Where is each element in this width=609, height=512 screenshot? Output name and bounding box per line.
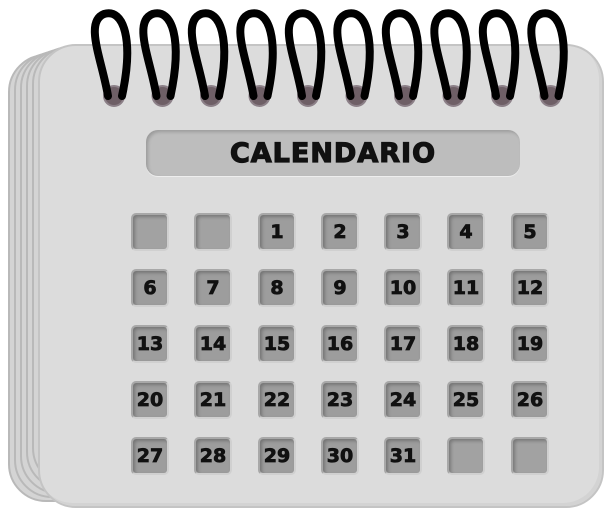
spiral-ring <box>333 9 374 107</box>
day-number: 29 <box>263 444 291 467</box>
day-cell: 3 <box>384 213 422 251</box>
spiral-binding <box>90 9 568 107</box>
spiral-ring <box>139 9 180 107</box>
spiral-ring <box>236 9 277 107</box>
day-number: 18 <box>452 332 480 355</box>
day-cell-empty <box>447 437 485 475</box>
ring-wire <box>236 9 277 100</box>
day-number: 30 <box>326 444 354 467</box>
day-cell: 6 <box>131 269 169 307</box>
spiral-ring <box>381 9 423 107</box>
day-number: 11 <box>452 276 480 299</box>
spiral-ring <box>478 9 520 107</box>
spiral-ring <box>284 9 326 107</box>
ring-wire <box>430 9 471 100</box>
day-cell: 25 <box>447 381 485 419</box>
day-number: 26 <box>516 388 544 411</box>
day-number: 23 <box>326 388 354 411</box>
day-cell: 16 <box>321 325 359 363</box>
day-cell: 31 <box>384 437 422 475</box>
ring-wire <box>527 9 568 100</box>
day-cell: 17 <box>384 325 422 363</box>
day-number: 24 <box>389 388 417 411</box>
calendar-illustration: CALENDARIO 1 2 3 4 5 6 7 8 9 10 11 12 13 14 15 16 17 18 19… <box>0 0 609 512</box>
calendar-title: CALENDARIO <box>229 137 437 169</box>
day-number: 19 <box>516 332 544 355</box>
day-cell: 5 <box>511 213 549 251</box>
day-number: 6 <box>143 276 157 299</box>
ring-wire <box>333 9 374 100</box>
day-cell: 27 <box>131 437 169 475</box>
day-cell: 8 <box>258 269 296 307</box>
day-cell: 10 <box>384 269 422 307</box>
day-number: 10 <box>389 276 417 299</box>
day-cell: 30 <box>321 437 359 475</box>
day-number: 2 <box>333 220 347 243</box>
day-number: 1 <box>270 220 284 243</box>
day-cell: 24 <box>384 381 422 419</box>
day-number: 12 <box>516 276 544 299</box>
day-cell: 1 <box>258 213 296 251</box>
day-number: 14 <box>199 332 227 355</box>
day-number: 28 <box>199 444 227 467</box>
day-cell: 2 <box>321 213 359 251</box>
day-cell: 18 <box>447 325 485 363</box>
spiral-ring <box>430 9 471 107</box>
day-number: 13 <box>136 332 164 355</box>
day-number: 16 <box>326 332 354 355</box>
day-cell: 12 <box>511 269 549 307</box>
day-cell: 13 <box>131 325 169 363</box>
day-cell-empty <box>511 437 549 475</box>
day-number: 8 <box>270 276 284 299</box>
day-number: 20 <box>136 388 164 411</box>
day-cell: 26 <box>511 381 549 419</box>
day-cell: 7 <box>194 269 232 307</box>
ring-wire <box>187 9 229 100</box>
day-number: 25 <box>452 388 480 411</box>
day-cell: 9 <box>321 269 359 307</box>
day-number: 31 <box>389 444 417 467</box>
spiral-ring <box>527 9 568 107</box>
day-number: 22 <box>263 388 291 411</box>
day-number: 4 <box>459 220 473 243</box>
day-cell: 23 <box>321 381 359 419</box>
ring-wire <box>139 9 180 100</box>
day-number: 15 <box>263 332 291 355</box>
day-cell: 11 <box>447 269 485 307</box>
day-cell: 4 <box>447 213 485 251</box>
spiral-ring <box>90 9 132 107</box>
day-number: 17 <box>389 332 417 355</box>
day-number: 3 <box>396 220 410 243</box>
ring-wire <box>478 9 520 100</box>
day-cell: 22 <box>258 381 296 419</box>
day-cell: 20 <box>131 381 169 419</box>
day-number: 5 <box>523 220 537 243</box>
day-cell: 19 <box>511 325 549 363</box>
day-cell: 14 <box>194 325 232 363</box>
day-cell: 28 <box>194 437 232 475</box>
ring-wire <box>90 9 132 100</box>
day-cell-empty <box>131 213 169 251</box>
day-number: 9 <box>333 276 347 299</box>
day-cell: 15 <box>258 325 296 363</box>
spiral-ring <box>187 9 229 107</box>
day-cell: 29 <box>258 437 296 475</box>
day-number: 7 <box>206 276 220 299</box>
day-cell-empty <box>194 213 232 251</box>
day-number: 27 <box>136 444 164 467</box>
ring-wire <box>284 9 326 100</box>
day-number: 21 <box>199 388 227 411</box>
day-cell: 21 <box>194 381 232 419</box>
title-bar: CALENDARIO <box>146 130 520 176</box>
ring-wire <box>381 9 423 100</box>
